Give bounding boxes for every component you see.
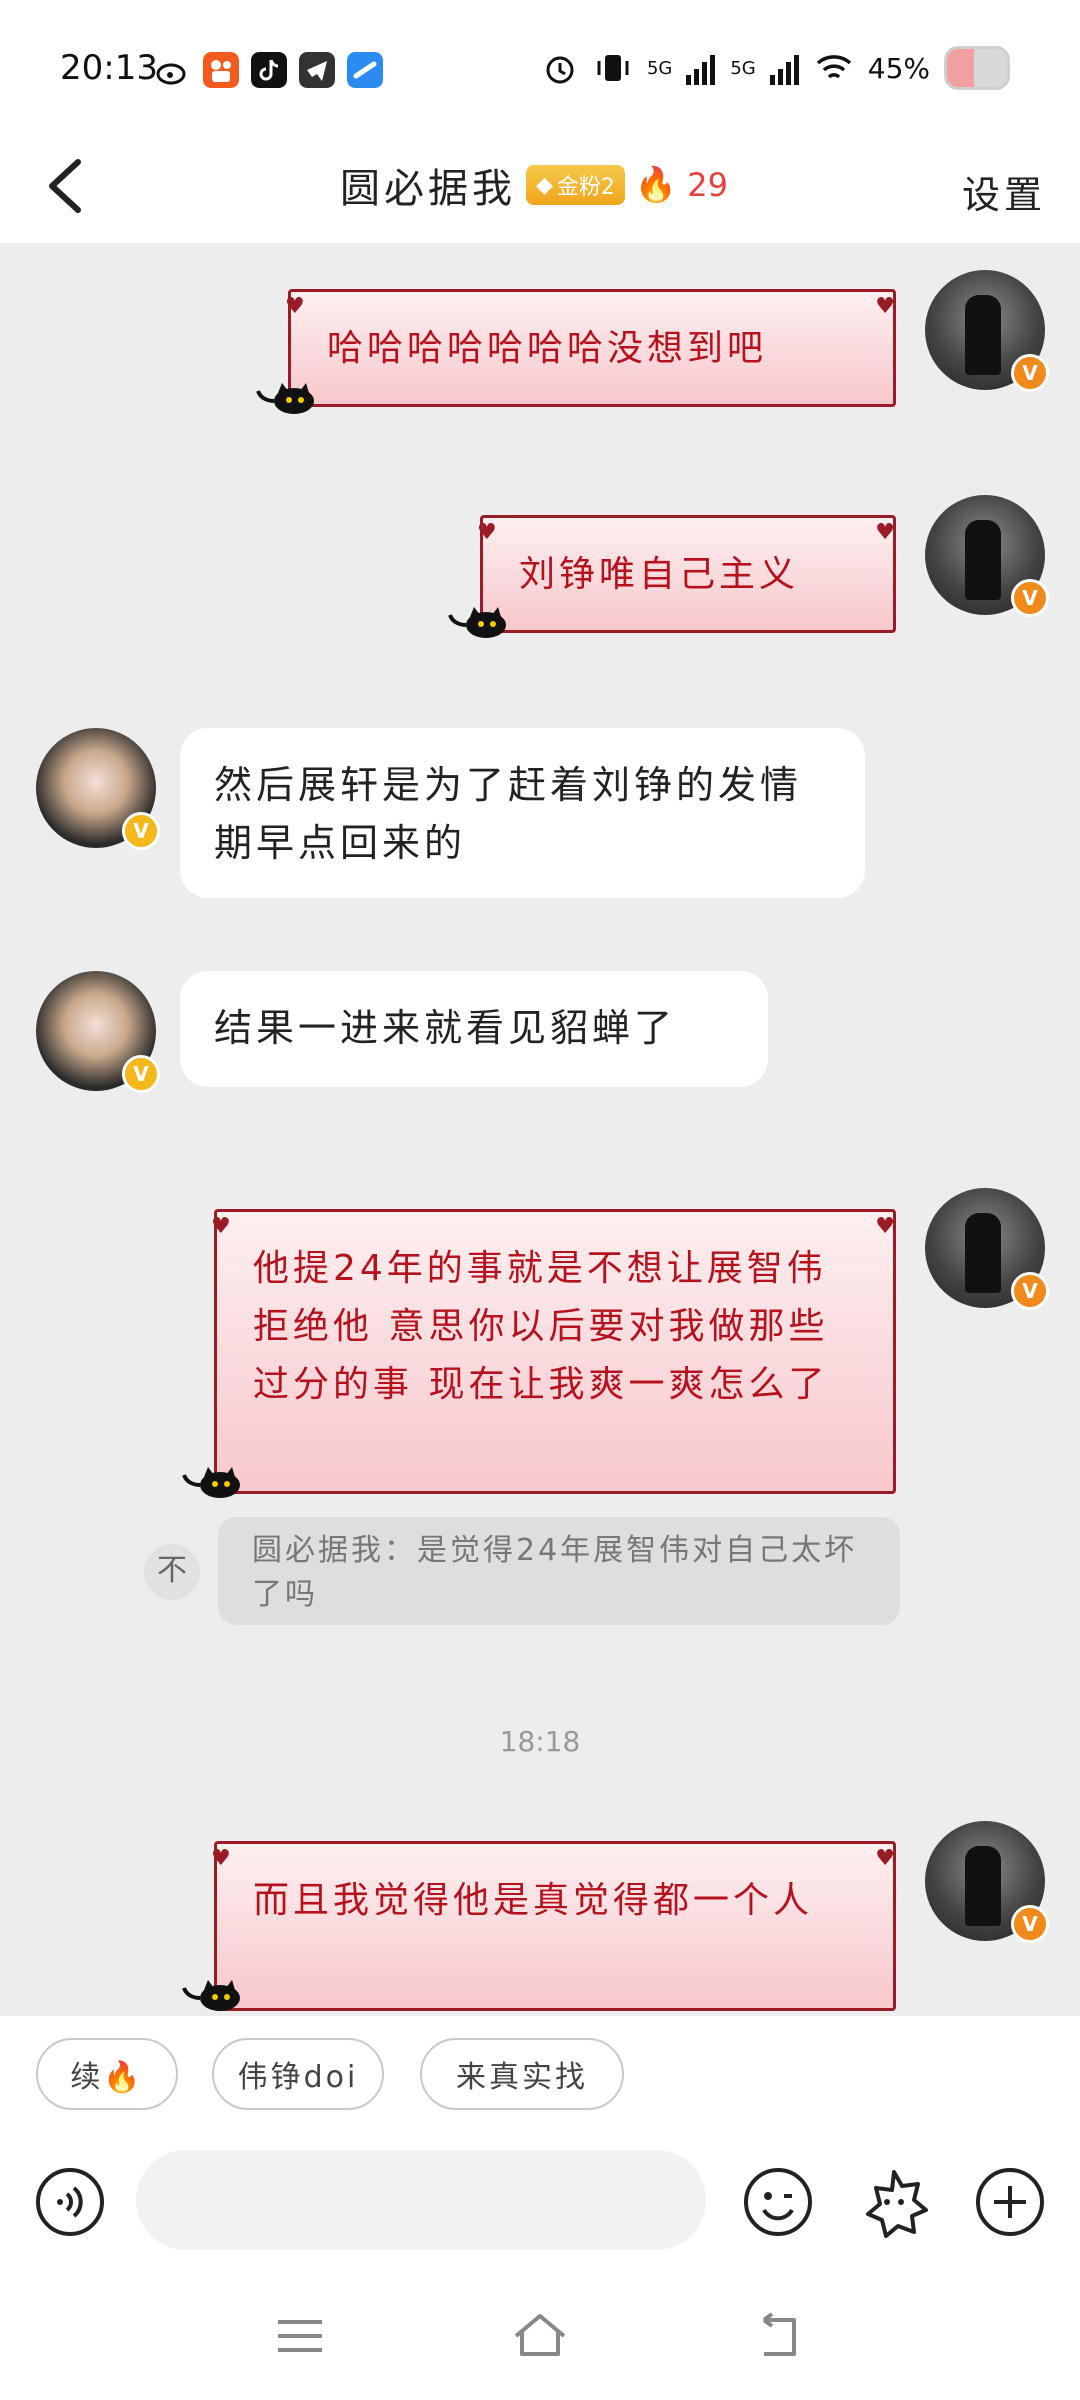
message-text: 他提24年的事就是不想让展智伟拒绝他 意思你以后要对我做那些过分的事 现在让我爽…: [253, 1248, 829, 1405]
message-bubble-contact[interactable]: 结果一进来就看见貂蝉了: [180, 971, 768, 1087]
black-cat-icon: [182, 1980, 240, 2011]
message-bubble-self[interactable]: ♥ ♥ 刘铮唯自己主义: [477, 515, 896, 633]
chip-label: 伟铮doi: [237, 2060, 359, 2095]
heart-icon: ♥: [211, 1214, 235, 1239]
message-bubble-self[interactable]: ♥ ♥ 他提24年的事就是不想让展智伟拒绝他 意思你以后要对我做那些过分的事 现在…: [211, 1209, 896, 1494]
heart-icon: ♥: [875, 1214, 899, 1239]
quick-reply-bar: 续🔥 伟铮doi 来真实找: [0, 2016, 1080, 2136]
network-label-2: 5G: [730, 57, 756, 79]
chat-message-list[interactable]: V ♥ ♥ 哈哈哈哈哈哈哈没想到吧 V ♥ ♥ 刘铮唯自己主义 V 然后展轩是为了赶…: [0, 243, 1080, 2016]
signal-icon-2: [769, 55, 799, 85]
title-group[interactable]: 圆必据我 ◆ 金粉2 🔥 29: [340, 150, 728, 220]
chat-title: 圆必据我: [340, 166, 516, 212]
message-text: 而且我觉得他是真觉得都一个人: [253, 1880, 814, 1921]
message-bubble-self[interactable]: ♥ ♥ 而且我觉得他是真觉得都一个人: [211, 1841, 896, 2011]
quick-reply-chip[interactable]: 来真实找: [420, 2038, 624, 2110]
app-blue-icon: [347, 52, 383, 88]
message-bubble-self[interactable]: ♥ ♥ 哈哈哈哈哈哈哈没想到吧: [285, 289, 896, 407]
message-text: 结果一进来就看见貂蝉了: [214, 1006, 677, 1050]
verified-badge-icon: V: [1011, 1272, 1049, 1310]
verified-badge-icon: V: [1011, 579, 1049, 617]
signal-icon: [686, 55, 716, 85]
verified-badge-icon: V: [122, 812, 160, 850]
emoji-icon[interactable]: [742, 2166, 814, 2238]
heart-icon: ♥: [875, 1846, 899, 1871]
status-bar: 20:13 5G 5G 45%: [0, 0, 1080, 130]
kuaishou-icon: [203, 52, 239, 88]
battery-percent: 45%: [867, 51, 930, 85]
heart-icon: ♥: [875, 520, 899, 545]
sticker-icon[interactable]: [858, 2166, 930, 2238]
quoted-text: 圆必据我：是觉得24年展智伟对自己太坏了吗: [252, 1533, 858, 1612]
self-avatar[interactable]: V: [925, 1821, 1049, 1943]
fan-level-badge: ◆ 金粉2: [526, 165, 625, 205]
settings-button[interactable]: 设置: [962, 164, 1046, 219]
heart-icon: ♥: [285, 294, 309, 319]
message-timestamp: 18:18: [499, 1725, 581, 1758]
message-text: 哈哈哈哈哈哈哈没想到吧: [327, 328, 768, 369]
chat-header: 圆必据我 ◆ 金粉2 🔥 29 设置: [0, 130, 1080, 243]
status-time: 20:13: [60, 48, 158, 88]
back-nav-icon[interactable]: [750, 2306, 810, 2366]
self-avatar[interactable]: V: [925, 495, 1049, 617]
network-label-1: 5G: [646, 57, 673, 79]
black-cat-icon: [448, 607, 506, 638]
flame-icon: 🔥: [634, 165, 678, 205]
vibrate-icon: [597, 55, 629, 81]
contact-avatar[interactable]: V: [36, 728, 160, 850]
home-icon[interactable]: [510, 2306, 570, 2366]
system-nav-bar: [0, 2286, 1080, 2400]
self-avatar[interactable]: V: [925, 270, 1049, 392]
heart-icon: ♥: [211, 1846, 235, 1871]
message-input[interactable]: [136, 2150, 706, 2250]
quoted-message[interactable]: 圆必据我：是觉得24年展智伟对自己太坏了吗: [218, 1517, 900, 1625]
message-bubble-contact[interactable]: 然后展轩是为了赶着刘铮的发情期早点回来的: [180, 728, 865, 898]
battery-icon: [944, 46, 1010, 90]
gem-icon: ◆: [536, 172, 553, 198]
voice-icon[interactable]: [34, 2166, 106, 2238]
fan-badge-label: 金粉2: [556, 175, 615, 200]
chip-label: 续🔥: [70, 2060, 144, 2095]
black-cat-icon: [182, 1467, 240, 1498]
alarm-icon: [546, 56, 574, 84]
black-cat-icon: [256, 383, 314, 414]
heart-icon: ♥: [875, 294, 899, 319]
weibo-icon: [156, 63, 186, 85]
add-more-icon[interactable]: [974, 2166, 1046, 2238]
message-text: 刘铮唯自己主义: [519, 554, 800, 595]
verified-badge-icon: V: [1011, 1905, 1049, 1943]
quick-reply-chip[interactable]: 伟铮doi: [212, 2038, 384, 2110]
menu-icon[interactable]: [270, 2306, 330, 2366]
status-app-icons: [155, 52, 383, 88]
quick-reply-chip[interactable]: 续🔥: [36, 2038, 178, 2110]
status-right: 5G 5G 45%: [541, 46, 1010, 90]
contact-avatar[interactable]: V: [36, 971, 160, 1093]
quote-indicator-icon: 不: [144, 1544, 200, 1600]
verified-badge-icon: V: [122, 1055, 160, 1093]
chip-label: 来真实找: [456, 2060, 588, 2095]
message-text: 然后展轩是为了赶着刘铮的发情期早点回来的: [214, 763, 803, 865]
fire-count: 29: [687, 166, 728, 204]
telegram-icon: [299, 52, 335, 88]
wifi-icon: [816, 55, 851, 79]
back-arrow-icon[interactable]: [38, 150, 98, 220]
tiktok-icon: [251, 52, 287, 88]
verified-badge-icon: V: [1011, 354, 1049, 392]
heart-icon: ♥: [477, 520, 501, 545]
input-bar: [0, 2136, 1080, 2286]
self-avatar[interactable]: V: [925, 1188, 1049, 1310]
